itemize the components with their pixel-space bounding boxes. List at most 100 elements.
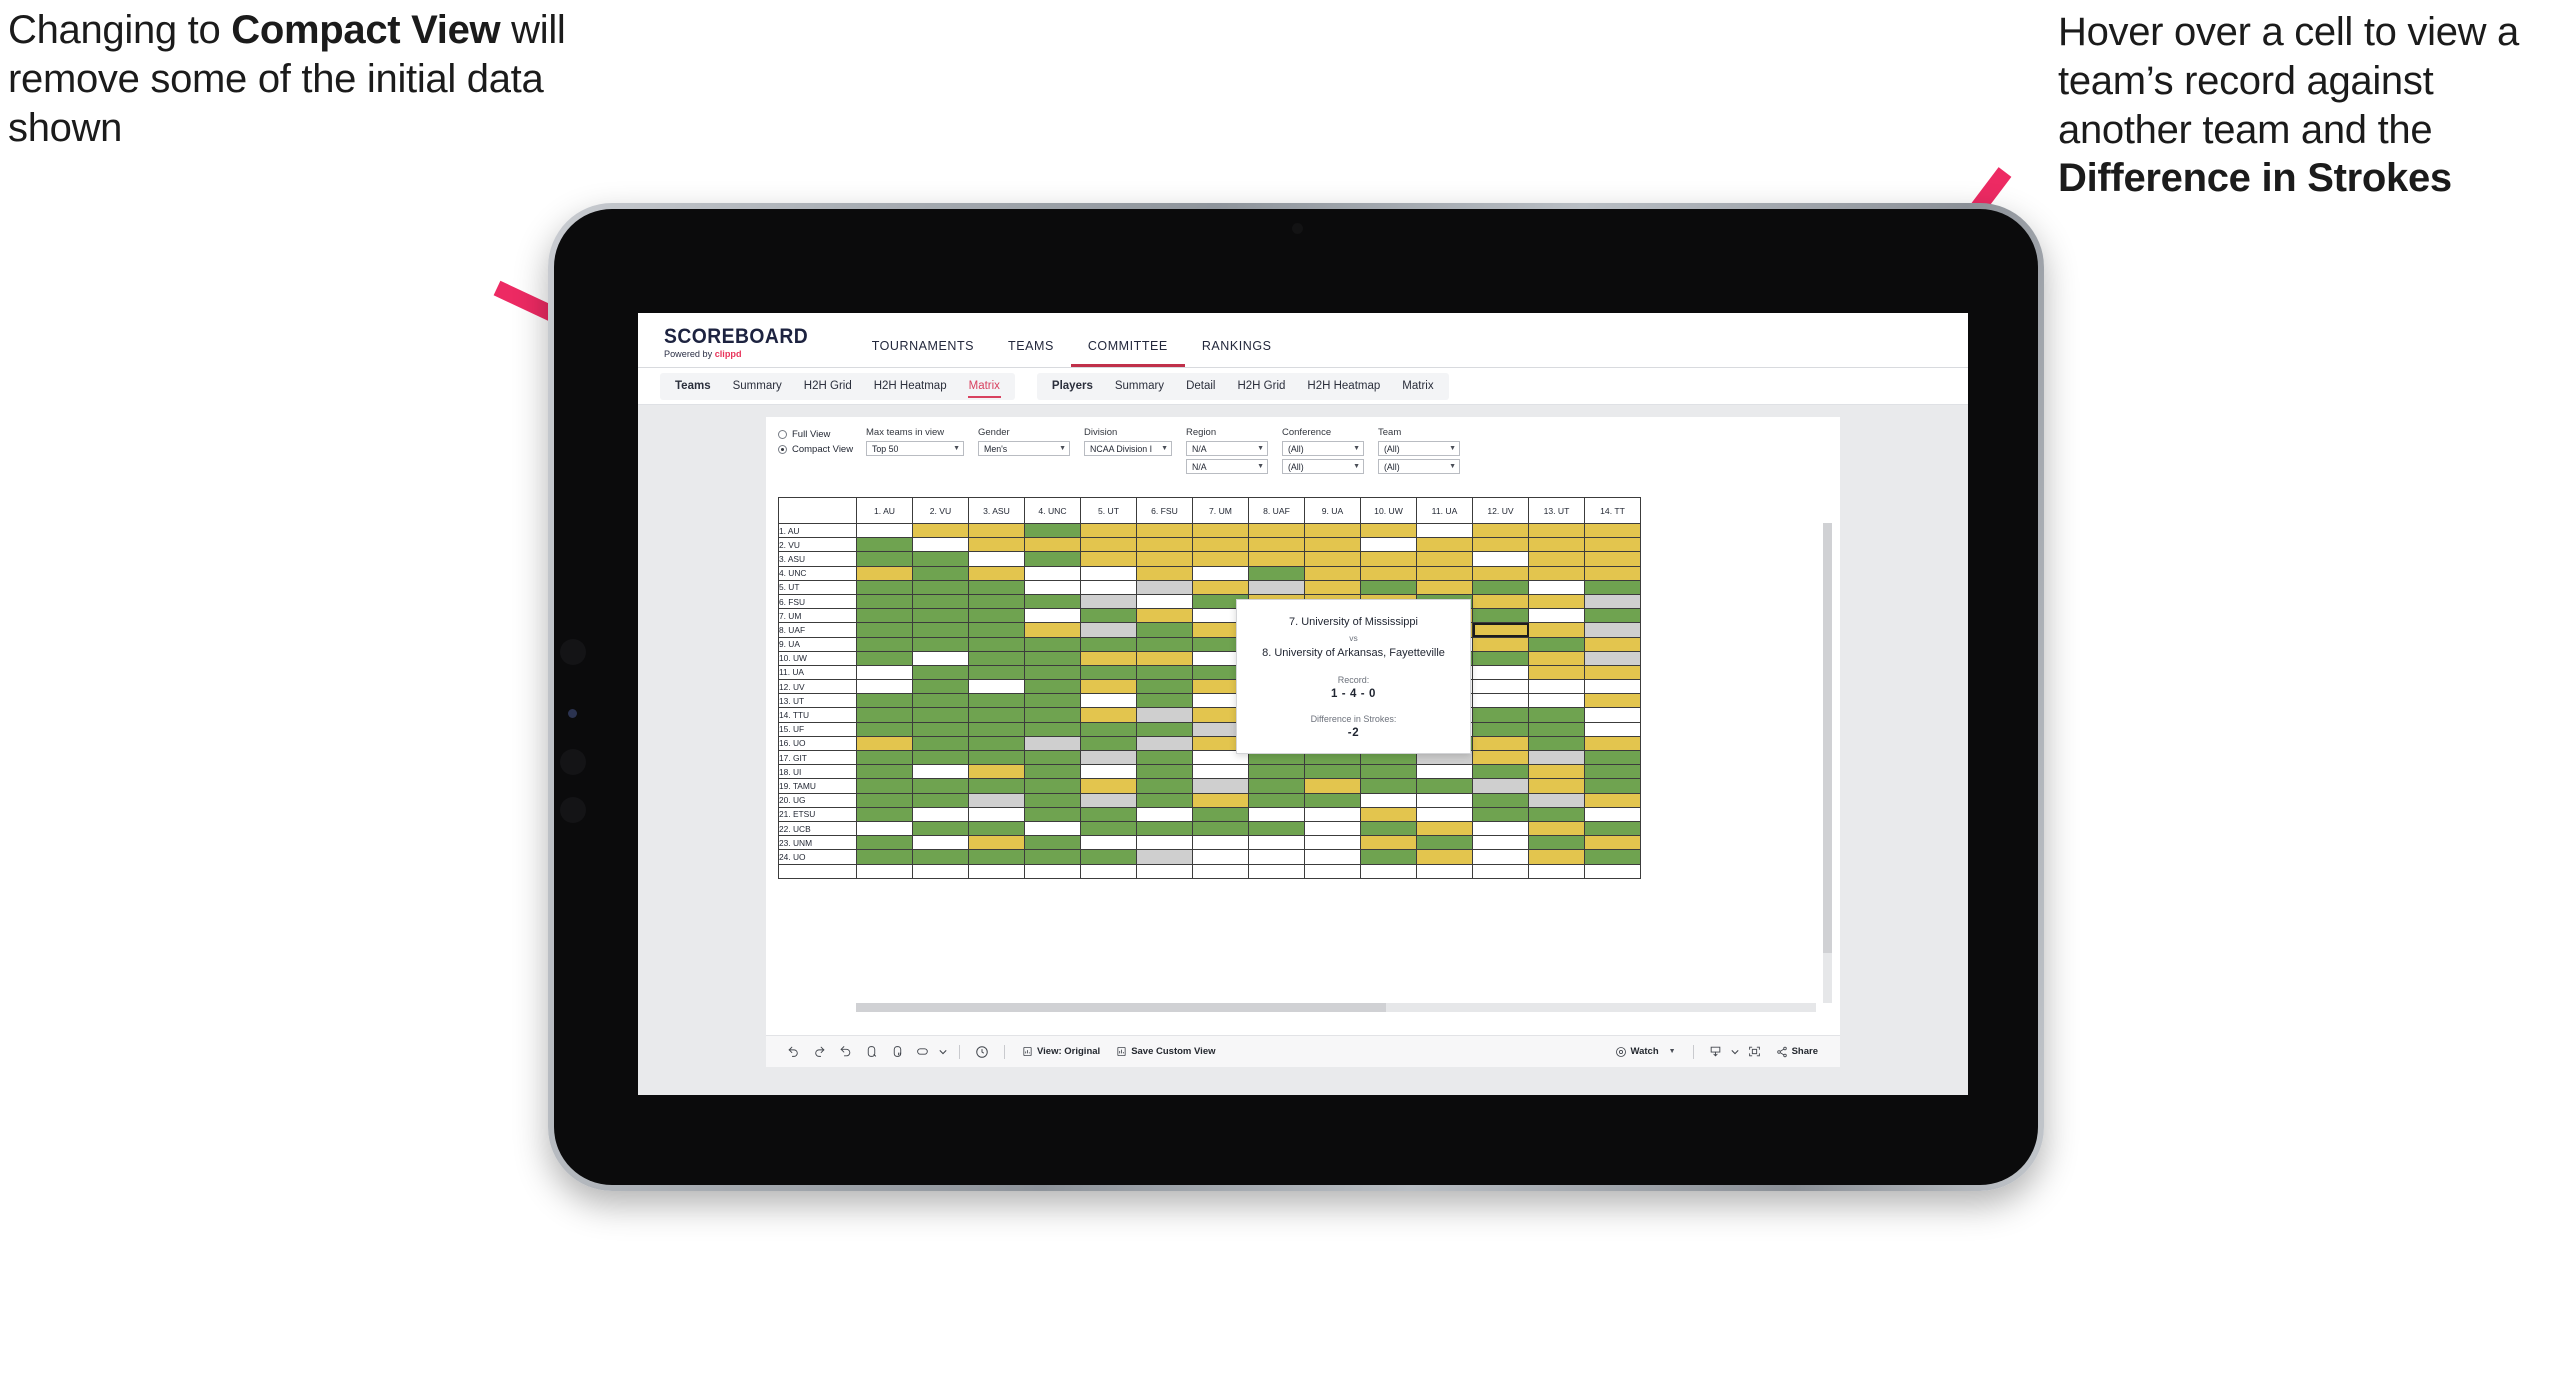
matrix-cell[interactable] [1136, 579, 1193, 595]
revert-icon[interactable] [832, 1041, 858, 1063]
matrix-cell[interactable] [1024, 551, 1081, 567]
matrix-cell[interactable] [1472, 537, 1529, 553]
matrix-cell[interactable] [1584, 593, 1641, 610]
matrix-cell[interactable] [856, 522, 913, 539]
matrix-cell[interactable] [1080, 778, 1137, 794]
matrix-cell[interactable] [968, 835, 1025, 851]
matrix-cell[interactable] [1528, 849, 1585, 865]
matrix-cell[interactable] [912, 537, 969, 553]
matrix-cell[interactable] [968, 806, 1025, 822]
matrix-cell[interactable] [1472, 679, 1529, 695]
matrix-cell[interactable] [968, 849, 1025, 865]
matrix-cell[interactable] [1136, 551, 1193, 567]
matrix-cell[interactable] [1472, 806, 1529, 822]
matrix-cell[interactable] [1080, 749, 1137, 766]
matrix-cell[interactable] [968, 792, 1025, 808]
matrix-cell[interactable] [1416, 551, 1473, 567]
matrix-cell[interactable] [1584, 792, 1641, 808]
matrix-cell[interactable] [856, 721, 913, 737]
team-select-1[interactable]: (All) ▼ [1378, 441, 1460, 456]
matrix-cell[interactable] [1024, 849, 1081, 865]
matrix-cell[interactable] [1080, 608, 1137, 624]
matrix-cell[interactable] [912, 721, 969, 737]
matrix-cell[interactable] [1304, 806, 1361, 822]
matrix-cell[interactable] [912, 622, 969, 638]
matrix-cell[interactable] [1136, 792, 1193, 808]
matrix-cell[interactable] [1528, 579, 1585, 595]
subnav-teams-h2h-grid[interactable]: H2H Grid [793, 373, 863, 400]
matrix-cell[interactable] [1080, 849, 1137, 865]
matrix-cell[interactable] [1080, 806, 1137, 822]
horizontal-scrollbar[interactable] [856, 1003, 1816, 1012]
alert-icon[interactable] [910, 1041, 936, 1063]
subnav-players-h2h-heatmap[interactable]: H2H Heatmap [1296, 373, 1391, 400]
matrix-cell[interactable] [1136, 537, 1193, 553]
matrix-cell[interactable] [1528, 806, 1585, 822]
matrix-cell[interactable] [1304, 778, 1361, 794]
matrix-cell[interactable] [1136, 565, 1193, 581]
pause-icon[interactable] [884, 1041, 910, 1063]
matrix-cell[interactable] [912, 735, 969, 752]
matrix-cell[interactable] [1024, 537, 1081, 553]
matrix-cell[interactable] [1248, 764, 1305, 780]
matrix-cell[interactable] [1304, 835, 1361, 851]
matrix-cell[interactable] [1080, 622, 1137, 638]
matrix-cell[interactable] [1472, 664, 1529, 681]
matrix-cell[interactable] [1528, 565, 1585, 581]
matrix-cell[interactable] [856, 551, 913, 567]
matrix-cell[interactable] [1304, 565, 1361, 581]
matrix-cell[interactable] [1584, 565, 1641, 581]
matrix-cell[interactable] [1248, 579, 1305, 595]
matrix-cell[interactable] [1416, 579, 1473, 595]
matrix-cell[interactable] [1584, 721, 1641, 737]
matrix-cell[interactable] [1416, 806, 1473, 822]
matrix-cell[interactable] [1360, 792, 1417, 808]
matrix-cell[interactable] [1528, 551, 1585, 567]
matrix-cell[interactable] [912, 778, 969, 794]
matrix-cell[interactable] [1528, 707, 1585, 723]
matrix-cell[interactable] [912, 664, 969, 681]
matrix-cell[interactable] [1136, 707, 1193, 723]
download-icon[interactable] [1703, 1041, 1729, 1063]
matrix-cell[interactable] [1416, 835, 1473, 851]
redo-icon[interactable] [806, 1041, 832, 1063]
subnav-teams-h2h-heatmap[interactable]: H2H Heatmap [863, 373, 958, 400]
matrix-cell[interactable] [1080, 707, 1137, 723]
matrix-cell[interactable] [1024, 593, 1081, 610]
matrix-cell[interactable] [912, 650, 969, 666]
matrix-cell[interactable] [1528, 749, 1585, 766]
matrix-cell[interactable] [1472, 579, 1529, 595]
matrix-cell[interactable] [1360, 537, 1417, 553]
matrix-cell[interactable] [1304, 820, 1361, 837]
matrix-cell[interactable] [1136, 806, 1193, 822]
matrix-cell[interactable] [1360, 579, 1417, 595]
matrix-cell[interactable] [968, 664, 1025, 681]
matrix-cell[interactable] [1416, 565, 1473, 581]
matrix-cell[interactable] [1080, 537, 1137, 553]
matrix-cell[interactable] [1192, 792, 1249, 808]
matrix-cell[interactable] [1024, 522, 1081, 539]
matrix-cell[interactable] [968, 593, 1025, 610]
matrix-cell[interactable] [968, 522, 1025, 539]
matrix-cell[interactable] [1304, 551, 1361, 567]
matrix-cell[interactable] [1024, 707, 1081, 723]
matrix-cell[interactable] [1584, 579, 1641, 595]
matrix-cell[interactable] [1360, 778, 1417, 794]
region-select-2[interactable]: N/A ▼ [1186, 459, 1268, 474]
matrix-cell[interactable] [1024, 679, 1081, 695]
matrix-cell[interactable] [1304, 579, 1361, 595]
matrix-cell[interactable] [1472, 565, 1529, 581]
matrix-cell[interactable] [1528, 764, 1585, 780]
matrix-cell[interactable] [1024, 608, 1081, 624]
subnav-players-h2h-grid[interactable]: H2H Grid [1226, 373, 1296, 400]
matrix-cell[interactable] [1080, 721, 1137, 737]
matrix-cell[interactable] [1416, 849, 1473, 865]
matrix-cell[interactable] [1472, 835, 1529, 851]
app-logo[interactable]: SCOREBOARD Powered by clippd [664, 326, 821, 367]
subnav-players-detail[interactable]: Detail [1175, 373, 1226, 400]
subnav-players-summary[interactable]: Summary [1104, 373, 1175, 400]
matrix-cell[interactable] [1080, 792, 1137, 808]
matrix-cell[interactable] [912, 764, 969, 780]
matrix-cell[interactable] [968, 764, 1025, 780]
matrix-cell[interactable] [1528, 593, 1585, 610]
